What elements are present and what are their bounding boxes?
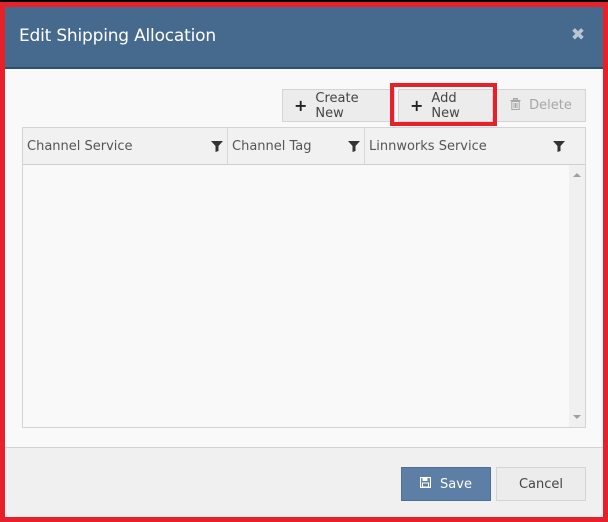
delete-button[interactable]: Delete [496, 89, 586, 122]
toolbar: + Create New + Add New Delete [279, 89, 586, 122]
dialog-header: Edit Shipping Allocation ✖ [5, 7, 603, 69]
shipping-allocation-grid: Channel Service Channel Tag Linnworks Se… [22, 127, 586, 428]
grid-scrollbar[interactable] [569, 165, 585, 427]
column-header-linnworks-service[interactable]: Linnworks Service [365, 128, 585, 164]
column-header-channel-service[interactable]: Channel Service [23, 128, 228, 164]
dialog-title: Edit Shipping Allocation [19, 26, 216, 46]
column-header-channel-tag[interactable]: Channel Tag [228, 128, 365, 164]
dialog-footer: Save Cancel [5, 447, 603, 517]
save-label: Save [440, 476, 472, 492]
plus-icon: + [294, 96, 308, 115]
filter-icon[interactable] [211, 140, 223, 152]
column-label: Channel Tag [232, 139, 312, 154]
save-disk-icon [419, 476, 432, 491]
close-icon[interactable]: ✖ [570, 27, 586, 44]
edit-shipping-allocation-dialog: Edit Shipping Allocation ✖ + Create New … [5, 7, 603, 517]
create-new-label: Create New [315, 90, 359, 121]
delete-label: Delete [529, 98, 572, 113]
trash-icon [510, 97, 521, 114]
plus-icon: + [410, 96, 424, 115]
create-new-button[interactable]: + Create New [282, 89, 395, 122]
cancel-button[interactable]: Cancel [496, 467, 586, 501]
add-new-label: Add New [431, 90, 460, 121]
filter-icon[interactable] [553, 140, 565, 152]
filter-icon[interactable] [348, 140, 360, 152]
scroll-down-arrow-icon[interactable] [573, 415, 581, 419]
column-label: Channel Service [27, 139, 133, 154]
scroll-up-arrow-icon[interactable] [573, 173, 581, 177]
column-label: Linnworks Service [369, 139, 487, 154]
cancel-label: Cancel [518, 476, 564, 492]
save-button[interactable]: Save [401, 467, 491, 501]
add-new-button[interactable]: + Add New [398, 89, 493, 122]
grid-header: Channel Service Channel Tag Linnworks Se… [23, 128, 585, 165]
